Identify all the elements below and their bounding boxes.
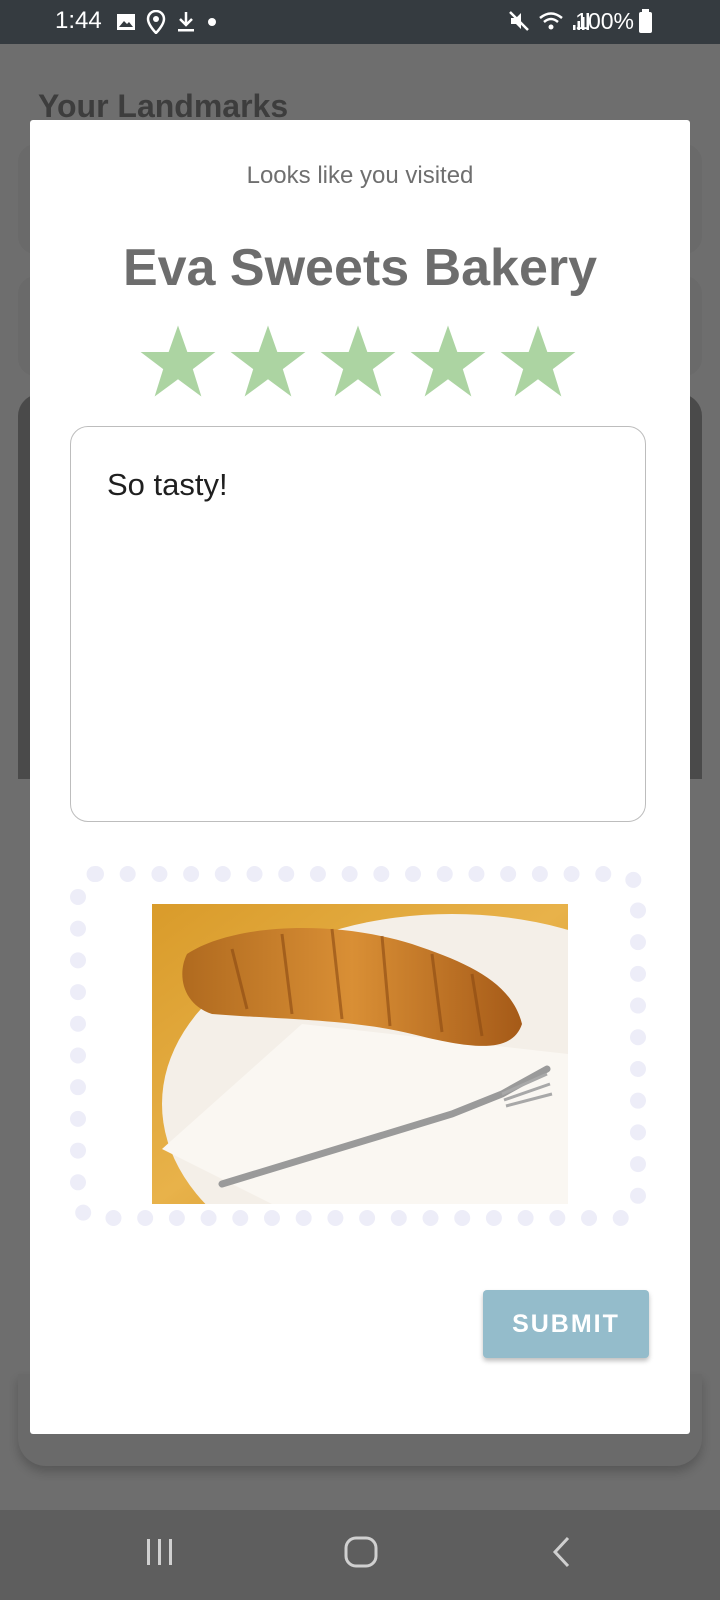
recents-icon[interactable] (143, 1535, 177, 1569)
home-icon[interactable] (343, 1535, 379, 1569)
status-bar: 1:44 100% (0, 0, 720, 44)
battery-percent: 100% (575, 8, 634, 34)
download-icon (178, 12, 194, 32)
visit-review-dialog: Looks like you visited Eva Sweets Bakery… (30, 120, 690, 1434)
croissant-photo (152, 904, 568, 1204)
star-rating[interactable] (139, 324, 577, 398)
place-name: Eva Sweets Bakery (122, 239, 598, 297)
location-icon (146, 10, 166, 34)
battery-icon (639, 9, 652, 33)
image-icon (117, 14, 135, 30)
back-icon[interactable] (550, 1535, 574, 1569)
dialog-subtitle: Looks like you visited (246, 162, 474, 189)
system-nav-bar (0, 1510, 720, 1600)
star-icon[interactable] (229, 324, 307, 398)
status-time: 1:44 (55, 7, 102, 34)
star-icon[interactable] (319, 324, 397, 398)
submit-button[interactable]: SUBMIT (483, 1290, 649, 1358)
wifi-icon (539, 12, 563, 30)
croissant-image (152, 904, 568, 1204)
star-icon[interactable] (499, 324, 577, 398)
star-icon[interactable] (409, 324, 487, 398)
review-input[interactable]: So tasty! (70, 426, 646, 822)
dot-icon (208, 18, 216, 26)
star-icon[interactable] (139, 324, 217, 398)
mute-icon (509, 11, 529, 31)
